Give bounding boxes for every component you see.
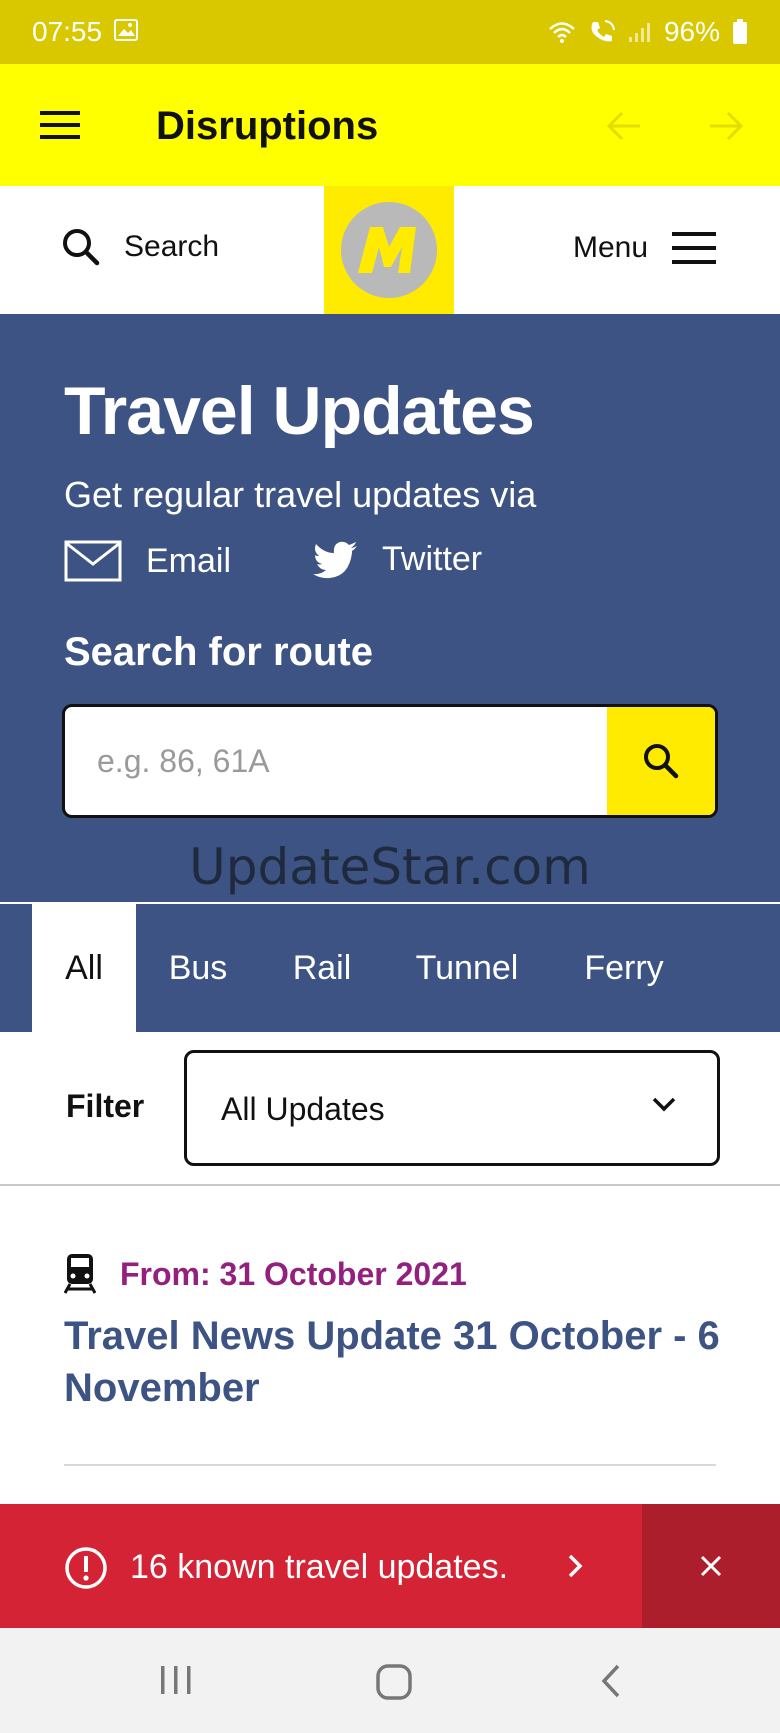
back-icon[interactable] [598,1662,626,1705]
wifi-calling-icon [588,19,616,45]
update-headline-link[interactable]: Travel News Update 31 October - 6 Novemb… [64,1310,724,1414]
hero-subtitle: Get regular travel updates via [64,474,537,515]
chevron-down-icon [651,1095,677,1118]
route-search-box [62,704,718,818]
site-search-label: Search [124,230,220,263]
update-list-item: From: 31 October 2021 Travel News Update… [0,1186,780,1466]
signal-icon [628,21,652,43]
battery-icon [732,19,748,45]
tab-tunnel[interactable]: Tunnel [404,904,530,1032]
forward-arrow-icon[interactable] [706,106,746,146]
home-icon[interactable] [374,1662,414,1707]
site-search-button[interactable]: Search [62,228,219,266]
mode-tabs: All Bus Rail Tunnel Ferry [0,904,780,1032]
twitter-updates-link[interactable]: Twitter [312,540,482,579]
exclamation-circle-icon [64,1546,108,1595]
site-menu-button[interactable]: Menu [573,230,716,266]
tab-rail[interactable]: Rail [274,904,370,1032]
alert-message: 16 known travel updates. [130,1548,509,1586]
alert-open-button[interactable]: 16 known travel updates. [0,1504,642,1628]
route-search-button[interactable] [607,707,715,815]
wifi-icon [548,20,576,44]
merseytravel-logo[interactable] [324,186,454,314]
update-from-date: From: 31 October 2021 [120,1256,467,1292]
drawer-menu-icon[interactable] [40,108,82,142]
twitter-bird-icon [312,541,358,579]
close-icon [700,1555,722,1577]
route-search-heading: Search for route [64,630,373,674]
site-header: Search Menu [0,186,780,314]
filter-selected-value: All Updates [221,1091,385,1127]
filter-row: Filter All Updates [0,1032,780,1186]
filter-select[interactable]: All Updates [184,1050,720,1166]
logo-m-icon [341,202,437,298]
app-bar: Disruptions [0,64,780,186]
search-icon [62,228,100,266]
alert-banner: 16 known travel updates. [0,1504,780,1628]
chevron-right-icon [566,1552,584,1585]
tab-ferry[interactable]: Ferry [572,904,676,1032]
alert-close-button[interactable] [642,1504,780,1628]
menu-icon [672,230,716,266]
system-navigation-bar [0,1628,780,1733]
divider [64,1464,716,1466]
page-title: Travel Updates [64,373,535,449]
site-menu-label: Menu [572,231,648,264]
status-time: 07:55 [32,16,103,47]
envelope-icon [64,540,122,582]
train-icon [63,1252,97,1299]
email-updates-link[interactable]: Email [64,540,231,582]
gallery-notification-icon [114,16,139,48]
tab-all[interactable]: All [32,904,136,1032]
travel-updates-hero: Travel Updates Get regular travel update… [0,314,780,902]
recent-apps-icon[interactable] [158,1662,194,1703]
email-label: Email [146,541,232,580]
search-icon [644,744,679,779]
back-arrow-icon[interactable] [604,106,644,146]
filter-label: Filter [66,1088,145,1124]
tab-bus[interactable]: Bus [150,904,246,1032]
watermark-text: UpdateStar.com [189,838,591,896]
status-bar: 07:55 96% [0,0,780,64]
route-search-input[interactable] [65,707,609,815]
battery-percent: 96% [663,16,720,47]
twitter-label: Twitter [382,540,483,578]
app-bar-title: Disruptions [156,104,379,148]
